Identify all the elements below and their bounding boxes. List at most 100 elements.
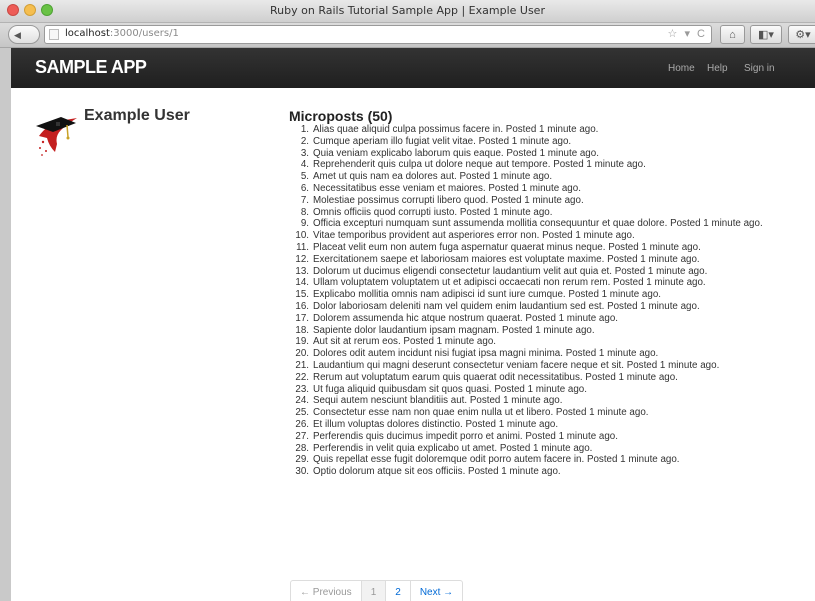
user-avatar [36, 117, 77, 156]
micropost-number: 4. [300, 159, 309, 171]
micropost-item: 3. Quia veniam explicabo laborum quis eaq… [301, 147, 789, 160]
home-button[interactable]: ⌂ [720, 25, 745, 44]
micropost-content: Quis repellat esse fugit doloremque odit… [313, 454, 585, 466]
micropost-timestamp: Posted 1 minute ago. [488, 182, 581, 194]
micropost-timestamp: Posted 1 minute ago. [525, 312, 618, 324]
micropost-item: 24. Sequi autem nesciunt blanditiis aut. … [295, 395, 789, 407]
micropost-item: 8. Omnis officiis quod corrupti iusto. Po… [301, 206, 789, 219]
micropost-content: Laudantium qui magni deserunt consectetu… [313, 359, 624, 371]
next-page-link[interactable]: Next → [411, 581, 462, 601]
micropost-number: 3. [300, 147, 309, 159]
micropost-number: 29. [295, 454, 309, 466]
micropost-number: 22. [295, 371, 309, 383]
micropost-item: 23. Ut fuga aliquid quibusdam sit quos qu… [295, 384, 789, 396]
micropost-content: Dolor laboriosam deleniti nam vel quidem… [313, 300, 605, 312]
micropost-timestamp: Posted 1 minute ago. [568, 289, 661, 301]
bookmark-button[interactable]: ◧▾ [750, 25, 782, 44]
window-titlebar: Ruby on Rails Tutorial Sample App | Exam… [0, 0, 815, 23]
micropost-timestamp: Posted 1 minute ago. [499, 442, 593, 454]
micropost-number: 8. [300, 206, 309, 218]
page-link-2[interactable]: 2 [386, 581, 411, 601]
micropost-timestamp: Posted 1 minute ago. [459, 171, 553, 183]
page-icon [49, 29, 59, 40]
micropost-item: 5. Amet ut quis nam ea dolores aut. Poste… [301, 171, 789, 183]
back-button[interactable]: ◀ [8, 25, 40, 44]
pagination: ← Previous 1 2 Next → [290, 580, 464, 601]
bookmark-icon: ◧▾ [758, 29, 774, 41]
micropost-timestamp: Posted 1 minute ago. [465, 418, 559, 430]
micropost-number: 28. [295, 442, 309, 454]
url-text: localhost:3000/users/1 [65, 28, 179, 39]
micropost-timestamp: Posted 1 minute ago. [586, 454, 680, 466]
micropost-number: 1. [300, 124, 309, 135]
micropost-content: Dolorum ut ducimus eligendi consectetur … [313, 265, 612, 277]
micropost-item: 20. Dolores odit autem incidunt nisi fugi… [295, 348, 789, 360]
micropost-content: Omnis officiis quod corrupti iusto. [313, 206, 458, 218]
micropost-content: Officia excepturi numquam sunt assumenda… [313, 218, 668, 230]
window-title: Ruby on Rails Tutorial Sample App | Exam… [270, 4, 545, 17]
micropost-item: 12. Exercitationem saepe et laboriosam ma… [295, 253, 789, 266]
micropost-number: 5. [300, 171, 309, 183]
micropost-item: 4. Reprehenderit quis culpa ut dolore neq… [301, 159, 789, 171]
micropost-timestamp: Posted 1 minute ago. [613, 277, 706, 289]
micropost-content: Perferendis in velit quia explicabo ut a… [313, 442, 498, 454]
micropost-number: 17. [295, 312, 309, 324]
micropost-timestamp: Posted 1 minute ago. [525, 430, 618, 442]
site-header: SAMPLE APP Home Help Sign in [11, 48, 815, 88]
micropost-item: 11. Placeat velit eum non autem fuga aspe… [296, 241, 789, 254]
micropost-content: Consectetur esse nam non quae enim nulla… [313, 407, 554, 419]
micropost-number: 25. [295, 407, 309, 419]
reader-reload-icons[interactable]: ☆ ▾ C [668, 27, 707, 40]
micropost-item: 13. Dolorum ut ducimus eligendi consectet… [295, 265, 789, 278]
micropost-number: 20. [295, 348, 309, 360]
micropost-item: 2. Cumque aperiam illo fugiat velit vitae… [301, 136, 789, 148]
micropost-content: Ullam voluptatem voluptatem ut et adipis… [313, 277, 611, 289]
tools-button[interactable]: ⚙▾ [788, 25, 815, 44]
micropost-number: 9. [300, 218, 309, 230]
nav-signin-link[interactable]: Sign in [744, 63, 775, 74]
gear-icon: ⚙▾ [795, 29, 811, 41]
micropost-item: 6. Necessitatibus esse veniam et maiores.… [301, 182, 789, 195]
home-icon: ⌂ [729, 29, 736, 41]
micropost-number: 10. [295, 230, 309, 242]
micropost-content: Dolorem assumenda hic atque nostrum quae… [313, 312, 523, 324]
micropost-number: 24. [295, 395, 309, 407]
micropost-timestamp: Posted 1 minute ago. [585, 371, 678, 383]
micropost-item: 19. Aut sit at rerum eos. Posted 1 minute… [295, 336, 789, 348]
micropost-number: 19. [295, 336, 309, 348]
micropost-item: 1. Alias quae aliquid culpa possimus face… [301, 124, 789, 136]
micropost-item: 17. Dolorem assumenda hic atque nostrum q… [295, 312, 789, 325]
address-bar[interactable]: localhost:3000/users/1 ☆ ▾ C [44, 25, 712, 44]
page-link-1[interactable]: 1 [361, 581, 387, 601]
micropost-number: 27. [295, 430, 309, 442]
micropost-content: Quia veniam explicabo laborum quis eaque… [313, 147, 504, 159]
micropost-item: 10. Vitae temporibus provident aut asperi… [295, 230, 789, 242]
micropost-timestamp: Posted 1 minute ago. [468, 466, 561, 478]
micropost-timestamp: Posted 1 minute ago. [501, 324, 595, 336]
micropost-content: Dolores odit autem incidunt nisi fugiat … [313, 348, 563, 360]
micropost-number: 23. [295, 383, 309, 395]
micropost-item: 9. Officia excepturi numquam sunt assumen… [301, 218, 789, 230]
micropost-content: Amet ut quis nam ea dolores aut. [313, 171, 457, 183]
micropost-timestamp: Posted 1 minute ago. [491, 194, 584, 206]
micropost-content: Exercitationem saepe et laboriosam maior… [313, 253, 605, 265]
micropost-content: Necessitatibus esse veniam et maiores. [313, 182, 486, 194]
micropost-content: Aut sit at rerum eos. [313, 336, 401, 348]
nav-home-link[interactable]: Home [668, 63, 695, 74]
microposts-heading: Microposts (50) [289, 108, 393, 124]
nav-help-link[interactable]: Help [707, 63, 728, 74]
micropost-content: Rerum aut voluptatum earum quis quaerat … [313, 371, 583, 383]
previous-page-link[interactable]: ← Previous [291, 581, 362, 601]
micropost-item: 26. Et illum voluptas dolores distinctio.… [295, 418, 789, 431]
logo-link[interactable]: SAMPLE APP [35, 57, 147, 78]
micropost-item: 16. Dolor laboriosam deleniti nam vel qui… [295, 300, 789, 313]
micropost-item: 22. Rerum aut voluptatum earum quis quaer… [295, 371, 789, 384]
micropost-item: 28. Perferendis in velit quia explicabo u… [295, 442, 789, 455]
micropost-number: 21. [295, 359, 309, 371]
micropost-timestamp: Posted 1 minute ago. [670, 218, 763, 230]
micropost-number: 12. [295, 253, 309, 265]
micropost-timestamp: Posted 1 minute ago. [608, 241, 701, 253]
micropost-timestamp: Posted 1 minute ago. [505, 124, 599, 135]
micropost-content: Et illum voluptas dolores distinctio. [313, 418, 463, 430]
micropost-item: 21. Laudantium qui magni deserunt consect… [295, 359, 789, 372]
